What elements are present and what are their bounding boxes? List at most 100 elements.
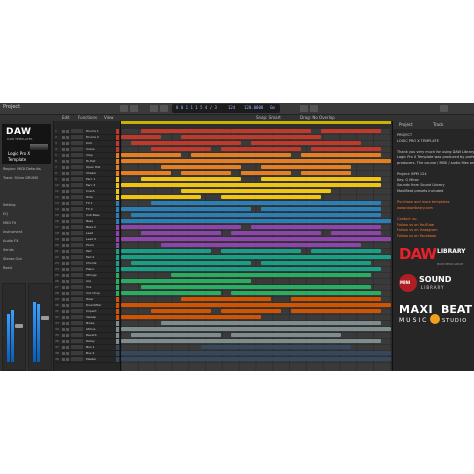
midi-region[interactable] <box>121 153 181 157</box>
mute-button[interactable] <box>62 190 65 193</box>
inspector-row[interactable]: Stereo Out <box>3 257 49 261</box>
inspector-row[interactable]: MIDI FX <box>3 221 49 225</box>
mute-button[interactable] <box>62 172 65 175</box>
solo-button[interactable] <box>66 190 69 193</box>
play-button[interactable] <box>160 105 168 112</box>
midi-region[interactable] <box>261 207 381 211</box>
solo-button[interactable] <box>66 256 69 259</box>
note-line[interactable]: Follow us on YouTube <box>397 223 434 227</box>
mute-button[interactable] <box>62 196 65 199</box>
solo-button[interactable] <box>66 226 69 229</box>
solo-button[interactable] <box>66 178 69 181</box>
mute-button[interactable] <box>62 274 65 277</box>
inspector-row[interactable] <box>3 185 49 189</box>
solo-button[interactable] <box>66 346 69 349</box>
midi-region[interactable] <box>141 129 231 133</box>
cycle-button[interactable] <box>300 105 308 112</box>
midi-region[interactable] <box>121 225 241 229</box>
bar-ruler[interactable] <box>121 121 391 129</box>
midi-region[interactable] <box>161 165 241 169</box>
midi-region[interactable] <box>261 261 371 265</box>
mute-button[interactable] <box>62 286 65 289</box>
midi-region[interactable] <box>301 153 381 157</box>
solo-button[interactable] <box>66 160 69 163</box>
mute-button[interactable] <box>62 304 65 307</box>
mute-button[interactable] <box>62 346 65 349</box>
inspector-row[interactable]: Sends <box>3 248 49 252</box>
midi-region[interactable] <box>221 309 281 313</box>
lcd-display[interactable]: 0 0 1 1 1 5 4 / 3 124 120.0000 Gm <box>172 104 280 113</box>
solo-button[interactable] <box>66 232 69 235</box>
midi-region[interactable] <box>121 357 391 361</box>
midi-region[interactable] <box>121 195 201 199</box>
solo-button[interactable] <box>66 208 69 211</box>
solo-button[interactable] <box>66 334 69 337</box>
midi-region[interactable] <box>231 231 321 235</box>
solo-button[interactable] <box>66 310 69 313</box>
mute-button[interactable] <box>62 280 65 283</box>
mute-button[interactable] <box>62 244 65 247</box>
midi-region[interactable] <box>151 201 381 205</box>
midi-region[interactable] <box>121 315 261 319</box>
solo-button[interactable] <box>66 154 69 157</box>
solo-button[interactable] <box>66 316 69 319</box>
inspector-row[interactable]: Read <box>3 266 49 270</box>
solo-button[interactable] <box>66 304 69 307</box>
mute-button[interactable] <box>62 214 65 217</box>
midi-region[interactable] <box>141 231 221 235</box>
metronome-button[interactable] <box>310 105 318 112</box>
midi-region[interactable] <box>181 297 271 301</box>
midi-region[interactable] <box>121 255 391 259</box>
midi-region[interactable] <box>321 129 381 133</box>
solo-button[interactable] <box>66 220 69 223</box>
mute-button[interactable] <box>62 316 65 319</box>
midi-region[interactable] <box>131 141 241 145</box>
functions-menu[interactable]: Functions <box>78 115 97 120</box>
mute-button[interactable] <box>62 154 65 157</box>
output-fader[interactable] <box>41 316 49 320</box>
solo-button[interactable] <box>66 214 69 217</box>
midi-region[interactable] <box>201 345 351 349</box>
solo-button[interactable] <box>66 274 69 277</box>
solo-button[interactable] <box>66 166 69 169</box>
midi-region[interactable] <box>231 129 311 133</box>
midi-region[interactable] <box>331 231 381 235</box>
midi-region[interactable] <box>121 207 251 211</box>
midi-region[interactable] <box>221 249 301 253</box>
solo-button[interactable] <box>66 292 69 295</box>
mute-button[interactable] <box>62 178 65 181</box>
midi-region[interactable] <box>151 309 211 313</box>
mute-button[interactable] <box>62 202 65 205</box>
midi-region[interactable] <box>221 195 321 199</box>
edit-menu[interactable]: Edit <box>62 115 70 120</box>
midi-region[interactable] <box>121 159 391 163</box>
mute-button[interactable] <box>62 232 65 235</box>
note-pad-button[interactable] <box>440 105 448 112</box>
mute-button[interactable] <box>62 208 65 211</box>
solo-button[interactable] <box>66 358 69 361</box>
solo-button[interactable] <box>66 196 69 199</box>
midi-region[interactable] <box>141 285 371 289</box>
mute-button[interactable] <box>62 268 65 271</box>
drag-menu[interactable]: Drag: No Overlap <box>300 115 335 120</box>
solo-button[interactable] <box>66 280 69 283</box>
midi-region[interactable] <box>171 273 371 277</box>
midi-region[interactable] <box>121 303 391 307</box>
mute-button[interactable] <box>62 352 65 355</box>
midi-region[interactable] <box>121 267 381 271</box>
solo-button[interactable] <box>66 142 69 145</box>
tab-track[interactable]: Track <box>433 122 443 127</box>
volume-fader[interactable] <box>15 324 23 328</box>
midi-region[interactable] <box>121 279 251 283</box>
track-lane[interactable] <box>121 357 391 363</box>
midi-region[interactable] <box>141 177 241 181</box>
solo-button[interactable] <box>66 340 69 343</box>
midi-region[interactable] <box>231 291 381 295</box>
track-lanes[interactable] <box>121 129 391 371</box>
library-button[interactable] <box>120 105 128 112</box>
solo-button[interactable] <box>66 172 69 175</box>
rewind-button[interactable] <box>150 105 158 112</box>
mute-button[interactable] <box>62 298 65 301</box>
midi-region[interactable] <box>121 183 381 187</box>
mute-button[interactable] <box>62 142 65 145</box>
